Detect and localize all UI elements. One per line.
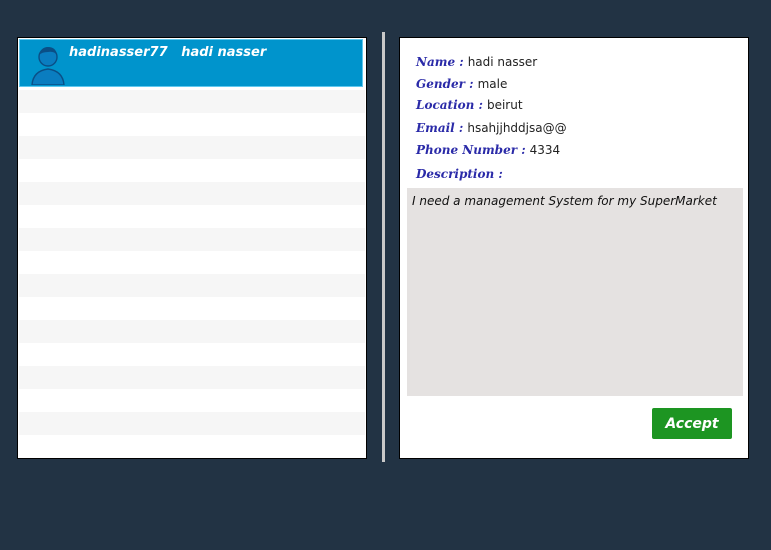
phone-field: Phone Number :4334 [416, 143, 560, 157]
phone-label: Phone Number : [416, 143, 526, 157]
name-field: Name : hadi nasser [416, 55, 537, 69]
user-list-empty-row [19, 251, 365, 274]
name-label: Name : [416, 55, 464, 69]
email-field: Email : hsahjjhddjsa@@ [416, 121, 567, 135]
user-details-panel: Name : hadi nasser Gender : male Location … [399, 37, 749, 459]
user-list-empty-rows [19, 90, 365, 458]
user-list-empty-row [19, 136, 365, 159]
user-list-empty-row [19, 159, 365, 182]
fullname-text: hadi nasser [181, 45, 267, 60]
location-field: Location : beirut [416, 98, 523, 112]
panel-divider[interactable] [382, 32, 385, 462]
location-label: Location : [416, 98, 483, 112]
user-avatar-icon [31, 47, 65, 85]
user-list-empty-row [19, 90, 365, 113]
user-list-empty-row [19, 366, 365, 389]
user-list-item-selected[interactable]: hadinasser77 hadi nasser [19, 39, 363, 87]
user-list-empty-row [19, 274, 365, 297]
location-value: beirut [486, 98, 523, 112]
username-text: hadinasser77 [69, 45, 168, 60]
user-list-empty-row [19, 205, 365, 228]
accept-button[interactable]: Accept [652, 408, 732, 439]
email-value: hsahjjhddjsa@@ [467, 121, 567, 135]
name-value: hadi nasser [467, 55, 538, 69]
description-text[interactable]: I need a management System for my SuperM… [407, 188, 743, 396]
description-label: Description : [416, 167, 503, 181]
user-list-item-label: hadinasser77 hadi nasser [69, 45, 266, 60]
user-list-empty-row [19, 320, 365, 343]
user-list-empty-row [19, 343, 365, 366]
description-field: Description : [416, 167, 503, 181]
user-list-empty-row [19, 389, 365, 412]
user-list-empty-row [19, 412, 365, 435]
gender-field: Gender : male [416, 77, 507, 91]
user-list-empty-row [19, 228, 365, 251]
user-list-panel: hadinasser77 hadi nasser [17, 37, 367, 459]
phone-value: 4334 [529, 143, 561, 157]
user-list-empty-row [19, 182, 365, 205]
user-list-empty-row [19, 297, 365, 320]
user-list-empty-row [19, 435, 365, 458]
gender-value: male [477, 77, 508, 91]
user-list-empty-row [19, 113, 365, 136]
email-label: Email : [416, 121, 464, 135]
gender-label: Gender : [416, 77, 474, 91]
